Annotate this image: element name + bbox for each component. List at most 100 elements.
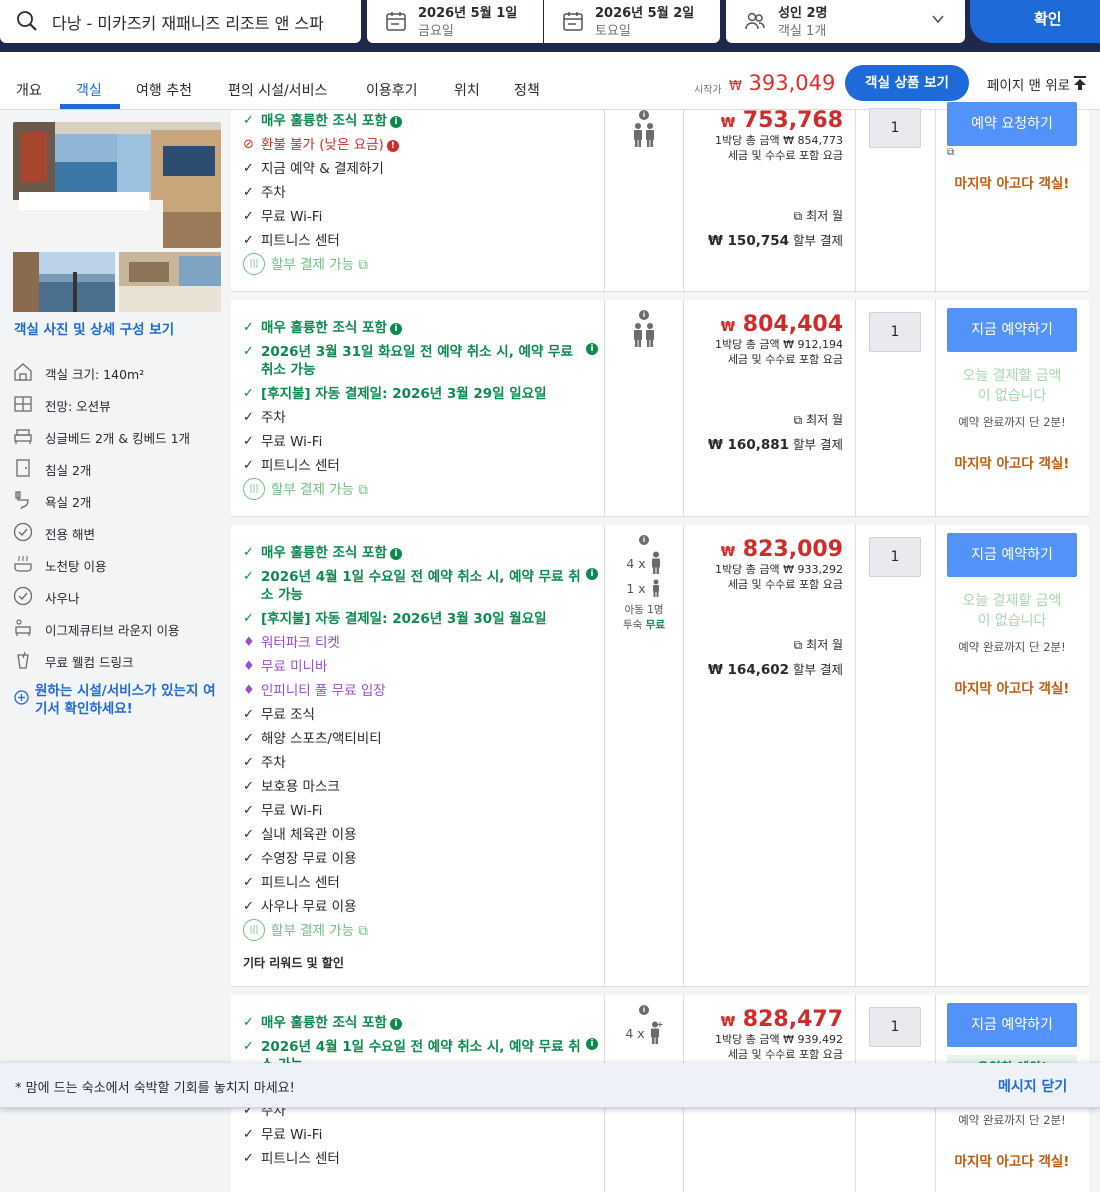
guests-field[interactable]: 성인 2명 객실 1개 [726, 0, 965, 43]
info-icon[interactable]: i [639, 110, 649, 120]
checkin-field[interactable]: 2026년 5월 1일 금요일 [367, 0, 543, 43]
info-icon[interactable]: i [389, 548, 402, 560]
children-count: 1 x [605, 579, 683, 597]
info-icon[interactable]: i [586, 568, 598, 580]
room-photo-thumb-balcony[interactable] [13, 252, 115, 312]
tab-facilities[interactable]: 편의 시설/서비스 [228, 80, 327, 100]
perk-pool: ✓ 수영장 무료 이용 [243, 851, 357, 867]
last-room-notice: 마지막 아고다 객실! [954, 456, 1070, 472]
perk-installment[interactable]: ||| 할부 결제 가능 ⧉ [243, 478, 598, 500]
room-quantity-select[interactable]: 1 [869, 312, 921, 352]
installment-label: ⧉ 최저 월 [793, 209, 843, 223]
book-now-button[interactable]: 지금 예약하기 [947, 533, 1077, 577]
tab-policies[interactable]: 정책 [514, 80, 540, 100]
room-quantity-select[interactable]: 1 [869, 537, 921, 577]
adult-icon [651, 551, 660, 574]
back-to-top-link[interactable]: 페이지 맨 위로 [987, 74, 1087, 94]
tax-note: 세금 및 수수료 포함 요금 [727, 1048, 843, 1061]
adults-count: 4 x [605, 551, 683, 575]
no-payment-today: 오늘 결제할 금액이 없습니다 [962, 593, 1062, 629]
room-quantity-select[interactable]: 1 [869, 108, 921, 148]
info-icon[interactable]: i [389, 323, 402, 335]
installment-icon: ||| [243, 253, 265, 275]
installment-label: ⧉ 최저 월 [793, 638, 843, 652]
perk-breakfast: ✓ 매우 훌륭한 조식 포함 i [243, 1014, 598, 1032]
destination-field[interactable]: 다낭 - 미카즈키 재패니즈 리조트 앤 스파 [0, 0, 361, 43]
info-icon[interactable]: i [389, 116, 402, 128]
view-room-deals-button[interactable]: 객실 상품 보기 [845, 65, 969, 101]
no-entry-icon: ⊘ [243, 137, 254, 152]
perk-breakfast: ✓ 매우 훌륭한 조식 포함 i [243, 112, 598, 130]
installment-amount: ₩ 160,881 할부 결제 [707, 437, 843, 453]
total-per-night: 1박당 총 금액 ₩ 939,492 [715, 1033, 843, 1046]
guests-adults: 성인 2명 [778, 6, 828, 21]
child-stay-free: 투숙 무료 [623, 619, 665, 631]
tax-note: 세금 및 수수료 포함 요금 [727, 578, 843, 591]
perk-mask: ✓ 보호용 마스크 [243, 779, 340, 795]
perk-wifi: ✓ 무료 Wi-Fi [243, 434, 323, 450]
perk-parking: ✓ 주차 [243, 755, 286, 771]
fast-booking-note: 예약 완료까지 단 2분! [958, 1113, 1066, 1127]
perk-breakfast: ✓ 매우 훌륭한 조식 포함 i [243, 544, 598, 562]
diamond-icon: ♦ [243, 659, 255, 674]
tab-recommendations[interactable]: 여행 추천 [136, 80, 192, 100]
info-icon[interactable]: i [639, 535, 649, 545]
confirm-button[interactable]: 확인 [970, 0, 1100, 43]
tab-rooms[interactable]: 객실 [76, 80, 102, 100]
perk-fitness: ✓ 피트니스 센터 [243, 458, 340, 474]
occupancy: i [605, 110, 683, 152]
info-icon[interactable]: i [639, 310, 649, 320]
occupancy: i 4 x 1 x 아동 1명 투숙 무료 [605, 535, 683, 633]
fast-booking-note: 예약 완료까지 단 2분! [958, 640, 1066, 654]
offer-price: ₩ 823,009 1박당 총 금액 ₩ 933,292 세금 및 수수료 포함… [683, 537, 853, 678]
room-photo-main[interactable] [13, 122, 221, 248]
perk-parking: ✓ 주차 [243, 410, 286, 426]
perk-wifi: ✓ 무료 Wi-Fi [243, 209, 323, 225]
info-icon[interactable]: i [639, 1005, 649, 1015]
info-icon[interactable]: i [586, 343, 598, 355]
no-payment-today: 오늘 결제할 금액이 없습니다 [962, 368, 1062, 404]
info-icon[interactable]: i [389, 1018, 402, 1030]
room-photo-thumb-bathroom[interactable] [119, 252, 221, 312]
total-per-night: 1박당 총 금액 ₩ 933,292 [715, 563, 843, 576]
request-booking-button[interactable]: 예약 요청하기 [947, 102, 1077, 146]
offer-actions: 지금 예약하기 오늘 결제할 금액이 없습니다 예약 완료까지 단 2분! 마지… [947, 533, 1077, 697]
perk-pay-later: ✓ [후지불] 자동 결제일: 2026년 3월 30일 월요일 [243, 611, 547, 627]
book-now-button[interactable]: 지금 예약하기 [947, 308, 1077, 352]
perk-minibar: ♦ 무료 미니바 [243, 659, 328, 675]
perk-parking: ✓ 주차 [243, 185, 286, 201]
room-photos-link[interactable]: 객실 사진 및 상세 구성 보기 [14, 318, 174, 338]
welcome-drink-icon [13, 650, 33, 670]
tab-location[interactable]: 위치 [454, 80, 480, 100]
offer-price: ₩ 804,404 1박당 총 금액 ₩ 912,194 세금 및 수수료 포함… [683, 312, 853, 453]
tab-reviews[interactable]: 이용후기 [366, 80, 418, 100]
arrow-up-icon [1074, 76, 1087, 94]
room-quantity-select[interactable]: 1 [869, 1007, 921, 1047]
checkin-date: 2026년 5월 1일 [418, 6, 518, 21]
book-now-button[interactable]: 지금 예약하기 [947, 1003, 1077, 1047]
perk-installment[interactable]: ||| 할부 결제 가능 ⧉ [243, 919, 598, 941]
two-adults-icon [605, 322, 683, 352]
total-per-night: 1박당 총 금액 ₩ 854,773 [715, 134, 843, 147]
perk-non-refundable: ⊘ 환불 불가 (낮은 요금)! [243, 136, 598, 154]
guests-icon [744, 10, 766, 36]
view-icon [13, 394, 33, 414]
room-size-icon [13, 362, 33, 382]
info-icon[interactable]: ! [386, 140, 399, 152]
price-per-night: ₩ 823,009 [720, 537, 843, 562]
tax-note: 세금 및 수수료 포함 요금 [727, 353, 843, 366]
section-tabs: 개요 객실 여행 추천 편의 시설/서비스 이용후기 위치 정책 시작가 ₩ 3… [0, 52, 1100, 110]
offer-price: ₩ 753,768 1박당 총 금액 ₩ 854,773 세금 및 수수료 포함… [683, 108, 853, 249]
child-note: 아동 1명 [624, 604, 664, 616]
info-icon[interactable]: i [586, 1038, 598, 1050]
close-message-button[interactable]: 메시지 닫기 [998, 1076, 1067, 1096]
checkout-field[interactable]: 2026년 5월 2일 토요일 [544, 0, 720, 43]
facility-check-link[interactable]: 원하는 시설/서비스가 있는지 여기서 확인하세요! [14, 682, 224, 718]
perk-installment[interactable]: ||| 할부 결제 가능 ⧉ [243, 253, 598, 275]
chevron-down-icon [931, 12, 945, 30]
installment-icon: ||| [243, 919, 265, 941]
tab-overview[interactable]: 개요 [16, 80, 42, 100]
external-link-icon: ⧉ [793, 413, 803, 427]
calendar-icon [385, 10, 407, 36]
diamond-icon: ♦ [243, 683, 255, 698]
